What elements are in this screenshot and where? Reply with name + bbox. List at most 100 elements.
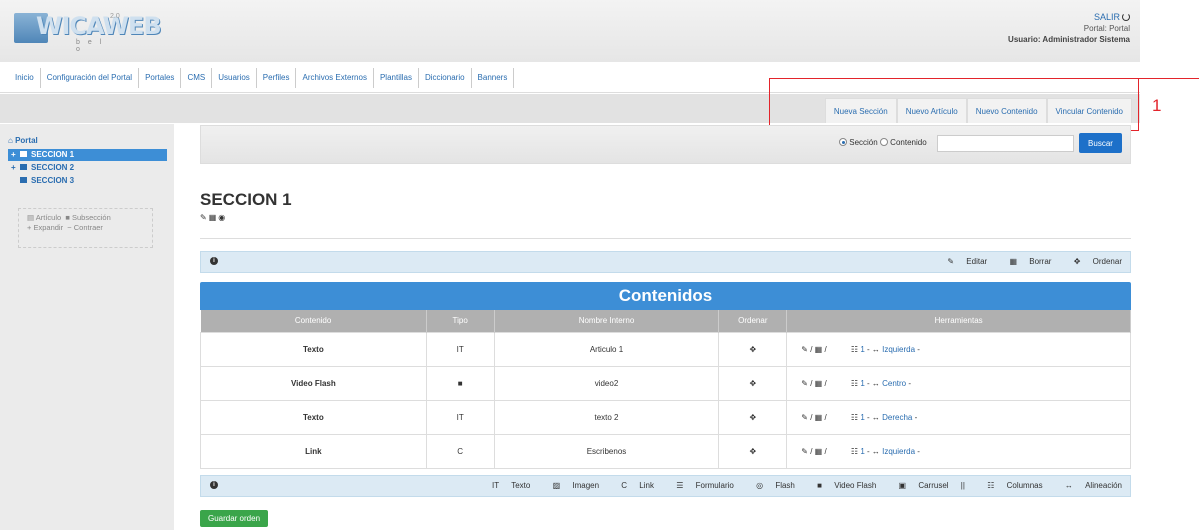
- flash-icon: ◎: [756, 481, 764, 490]
- columns-link[interactable]: 1: [860, 345, 864, 354]
- align-icon: ↔: [871, 412, 880, 422]
- nav-cms[interactable]: CMS: [181, 68, 213, 88]
- cell-nombre: Escribenos: [493, 433, 720, 469]
- video-icon: ■: [817, 481, 822, 490]
- save-order-button[interactable]: Guardar orden: [200, 510, 268, 527]
- folder-icon: ■: [65, 213, 70, 222]
- cell-nombre: texto 2: [493, 399, 720, 435]
- columns-link[interactable]: 1: [860, 447, 864, 456]
- drag-handle-icon[interactable]: ✥: [718, 433, 788, 469]
- expand-icon[interactable]: +: [11, 162, 20, 174]
- pencil-icon[interactable]: ✎: [801, 413, 808, 422]
- cell-nombre: video2: [493, 365, 720, 401]
- eye-icon[interactable]: ◉: [218, 213, 227, 222]
- legend-subseccion: Subsección: [72, 213, 111, 222]
- add-link-label: Link: [639, 481, 654, 490]
- cell-contenido: Video Flash: [200, 365, 427, 401]
- add-formulario-label: Formulario: [695, 481, 734, 490]
- trash-icon[interactable]: ▦: [815, 345, 823, 354]
- trash-icon[interactable]: ▦: [815, 413, 823, 422]
- pencil-icon[interactable]: ✎: [801, 345, 808, 354]
- add-alineacion-button[interactable]: ↔ Alineación: [1055, 481, 1122, 490]
- folder-icon: [20, 177, 27, 183]
- annotation-box: [769, 78, 1139, 131]
- cell-contenido: Link: [200, 433, 427, 469]
- col-contenido: Contenido: [200, 310, 427, 332]
- radio-contenido[interactable]: [879, 138, 888, 146]
- nav-plantillas[interactable]: Plantillas: [374, 68, 419, 88]
- add-formulario-button[interactable]: ☰ Formulario: [666, 481, 734, 490]
- table-row: Texto IT Articulo 1 ✥ ✎ / ▦ / ☷ 1 - ↔ Iz…: [200, 331, 1131, 367]
- radio-seccion[interactable]: [839, 138, 847, 146]
- tree-legend: ▤ Artículo ■ Subsección + Expandir − Con…: [18, 208, 153, 248]
- nav-perfiles[interactable]: Perfiles: [257, 68, 297, 88]
- align-link[interactable]: Derecha: [882, 413, 912, 422]
- pencil-icon[interactable]: ✎: [801, 379, 808, 388]
- power-icon[interactable]: [1122, 13, 1130, 21]
- columns-link[interactable]: 1: [860, 413, 864, 422]
- drag-handle-icon[interactable]: ✥: [718, 365, 788, 401]
- align-icon: ↔: [1064, 481, 1073, 490]
- ordenar-button[interactable]: ✥ Ordenar: [1064, 257, 1122, 266]
- add-flash-label: Flash: [775, 481, 795, 490]
- cell-contenido: Texto: [200, 399, 427, 435]
- search-input[interactable]: [937, 135, 1074, 152]
- add-imagen-button[interactable]: ▨ Imagen: [543, 481, 599, 490]
- cell-tools: ✎ / ▦ / ☷ 1 - ↔ Izquierda -: [786, 433, 1131, 469]
- nav-banners[interactable]: Banners: [472, 68, 515, 88]
- trash-icon[interactable]: ▦: [815, 379, 823, 388]
- tree-item-seccion-3[interactable]: SECCION 3: [8, 175, 167, 187]
- nav-diccionario[interactable]: Diccionario: [419, 68, 472, 88]
- align-link[interactable]: Izquierda: [882, 447, 915, 456]
- add-carrusel-button[interactable]: ▣ Carrusel: [889, 481, 949, 490]
- user-box: SALIR Portal: Portal Usuario: Administra…: [1008, 12, 1130, 45]
- add-video-flash-button[interactable]: ■ Video Flash: [807, 481, 876, 490]
- nav-inicio[interactable]: Inicio: [9, 68, 41, 88]
- section-actions-bar: i ✎ Editar ▦ Borrar ✥ Ordenar: [200, 251, 1131, 273]
- nav-archivos-externos[interactable]: Archivos Externos: [296, 68, 374, 88]
- logout-link[interactable]: SALIR: [1094, 12, 1120, 22]
- add-texto-button[interactable]: IT Texto: [482, 481, 530, 490]
- align-link[interactable]: Centro: [882, 379, 906, 388]
- drag-handle-icon[interactable]: ✥: [718, 399, 788, 435]
- trash-icon[interactable]: ▦: [209, 213, 219, 222]
- columns-link[interactable]: 1: [860, 379, 864, 388]
- add-columnas-label: Columnas: [1006, 481, 1043, 490]
- pencil-icon[interactable]: ✎: [801, 447, 808, 456]
- tree-item-label: SECCION 1: [31, 150, 75, 159]
- carousel-icon: ▣: [898, 481, 907, 490]
- tree-root[interactable]: ⌂ Portal: [8, 136, 167, 145]
- table-row: Link C Escribenos ✥ ✎ / ▦ / ☷ 1 - ↔ Izqu…: [200, 433, 1131, 469]
- trash-icon[interactable]: ▦: [815, 447, 823, 456]
- info-icon: i: [210, 481, 218, 489]
- text-icon: IT: [492, 481, 499, 490]
- logo-subtitle: b e l o: [76, 39, 105, 53]
- borrar-button[interactable]: ▦ Borrar: [999, 257, 1051, 266]
- legend-expandir: Expandir: [33, 223, 64, 232]
- nav-configuracion-portal[interactable]: Configuración del Portal: [41, 68, 140, 88]
- col-herramientas: Herramientas: [786, 310, 1131, 332]
- align-link[interactable]: Izquierda: [882, 345, 915, 354]
- portal-label: Portal: Portal: [1083, 24, 1130, 33]
- tree-root-label: Portal: [15, 136, 38, 145]
- drag-handle-icon[interactable]: ✥: [718, 331, 788, 367]
- add-flash-button[interactable]: ◎ Flash: [746, 481, 795, 490]
- pencil-icon[interactable]: ✎: [200, 213, 209, 222]
- nav-portales[interactable]: Portales: [139, 68, 182, 88]
- editar-button[interactable]: ✎ Editar: [937, 257, 987, 266]
- add-columnas-button[interactable]: ☷ Columnas: [977, 481, 1042, 490]
- align-icon: ↔: [871, 378, 880, 388]
- tree-item-seccion-2[interactable]: + SECCION 2: [8, 162, 167, 174]
- form-icon: ☰: [676, 481, 684, 490]
- article-icon: ▤: [27, 213, 35, 222]
- contents-title: Contenidos: [200, 282, 1131, 310]
- trash-icon: ▦: [1009, 257, 1017, 266]
- search-button[interactable]: Buscar: [1079, 133, 1122, 153]
- nav-usuarios[interactable]: Usuarios: [212, 68, 257, 88]
- expand-icon[interactable]: +: [11, 149, 20, 161]
- folder-icon: [20, 151, 27, 157]
- radio-contenido-label: Contenido: [890, 138, 927, 147]
- add-link-button[interactable]: C Link: [611, 481, 654, 490]
- tree-item-seccion-1[interactable]: + SECCION 1: [8, 149, 167, 161]
- tree-item-label: SECCION 3: [31, 176, 75, 185]
